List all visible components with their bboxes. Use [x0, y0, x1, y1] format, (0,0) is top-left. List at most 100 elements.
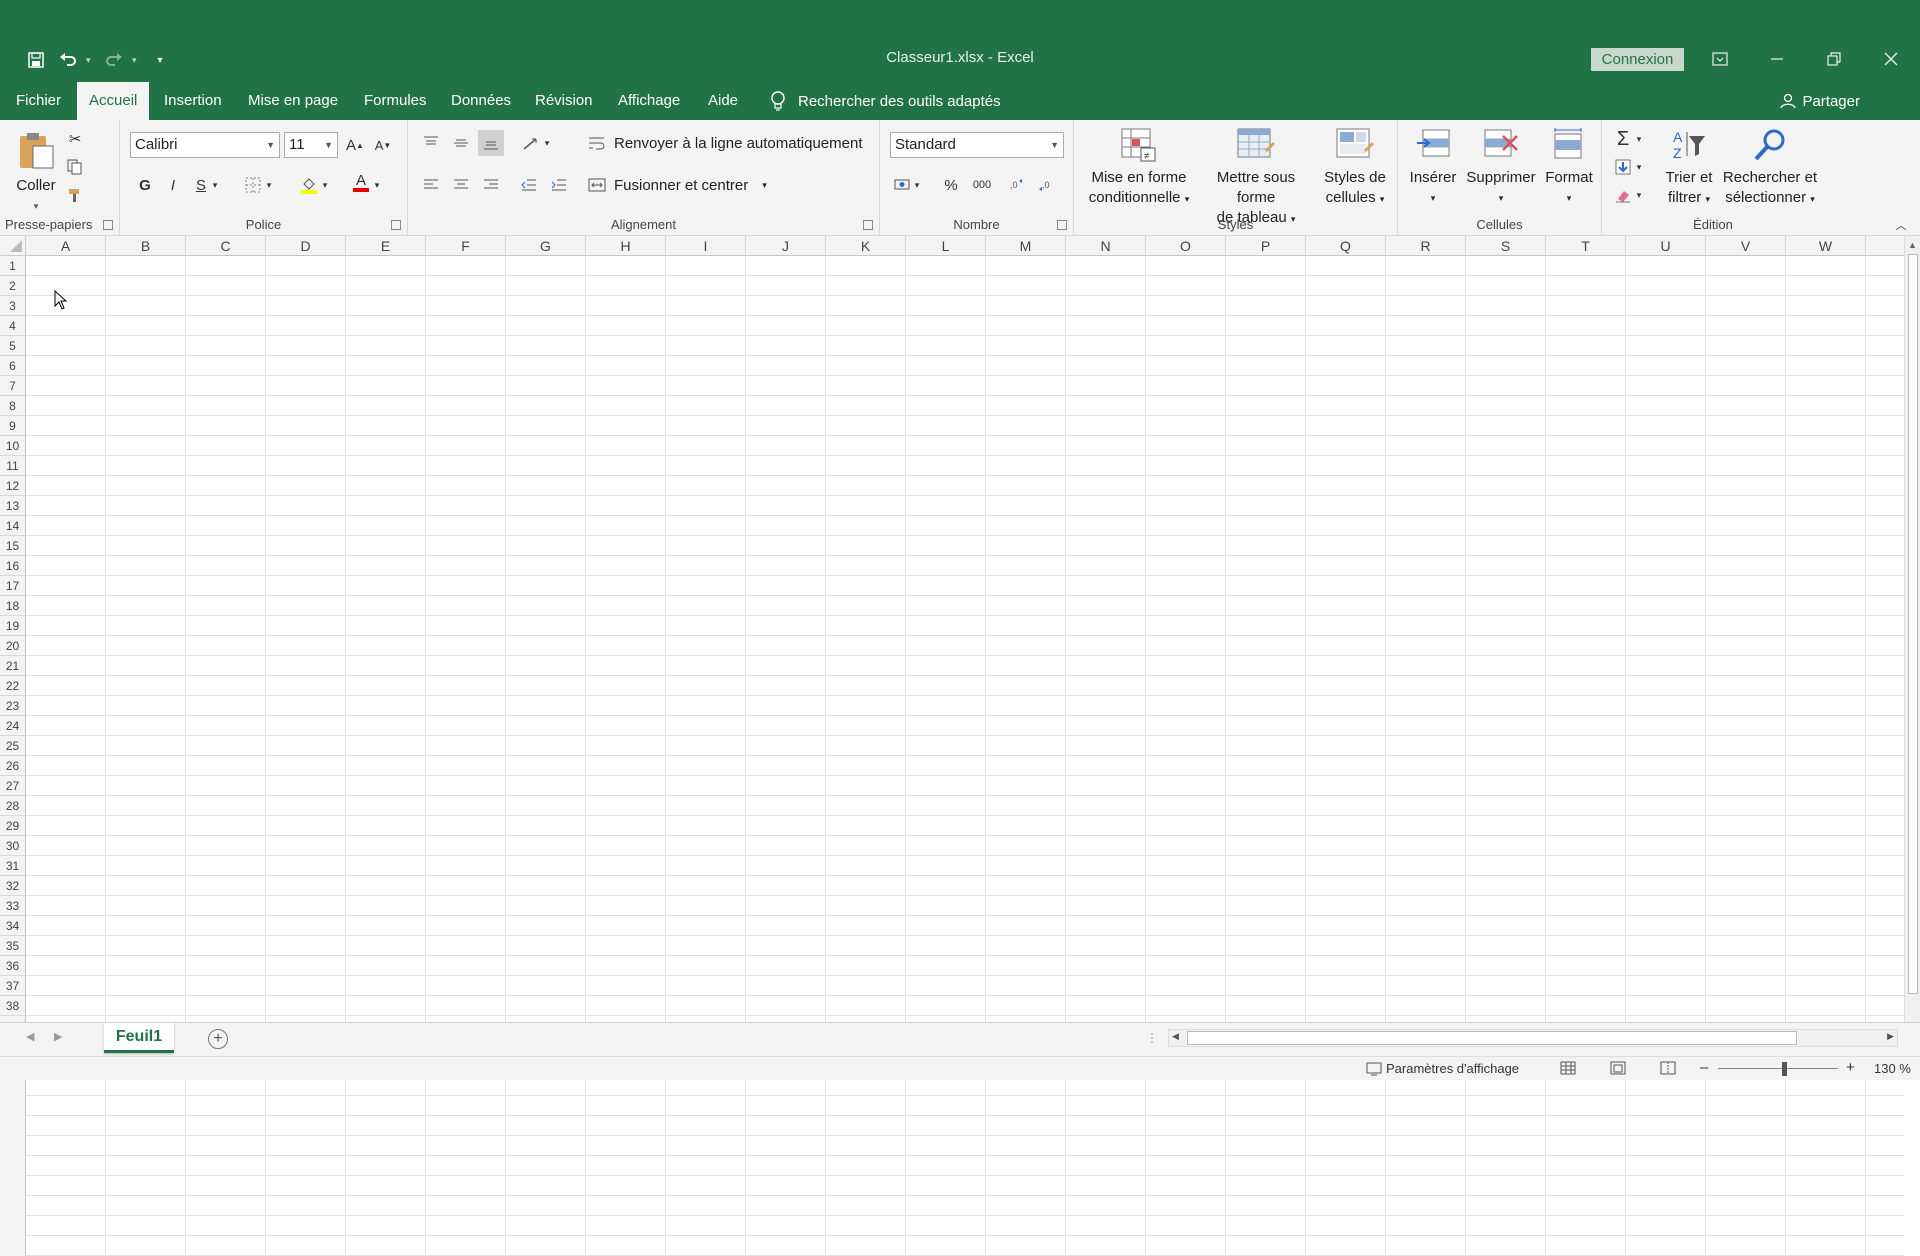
column-header[interactable]: Q: [1306, 236, 1386, 255]
merge-center-button[interactable]: Fusionner et centrer ▾: [588, 172, 767, 198]
row-header[interactable]: 18: [0, 596, 25, 616]
row-header[interactable]: 7: [0, 376, 25, 396]
font-size-combo[interactable]: 11 ▼: [284, 132, 338, 158]
copy-icon[interactable]: [62, 154, 88, 180]
normal-view-icon[interactable]: [1560, 1061, 1576, 1078]
scroll-right-icon[interactable]: ▶: [1887, 1031, 1894, 1042]
row-header[interactable]: 27: [0, 776, 25, 796]
shrink-font-button[interactable]: A ▼: [370, 132, 396, 158]
share-button[interactable]: Partager: [1780, 82, 1860, 120]
row-header[interactable]: 36: [0, 956, 25, 976]
tab-revision[interactable]: Révision: [523, 90, 605, 120]
row-header[interactable]: 4: [0, 316, 25, 336]
zoom-slider-thumb[interactable]: [1782, 1062, 1787, 1076]
row-header[interactable]: 5: [0, 336, 25, 356]
sign-in-button[interactable]: Connexion: [1591, 48, 1684, 71]
column-header[interactable]: D: [266, 236, 346, 255]
row-header[interactable]: 20: [0, 636, 25, 656]
column-header[interactable]: K: [826, 236, 906, 255]
row-header[interactable]: 12: [0, 476, 25, 496]
row-header[interactable]: 8: [0, 396, 25, 416]
row-header[interactable]: 34: [0, 916, 25, 936]
column-header[interactable]: U: [1626, 236, 1706, 255]
minimize-icon[interactable]: [1762, 46, 1792, 72]
italic-button[interactable]: I: [160, 172, 186, 198]
decrease-indent-icon[interactable]: [516, 172, 542, 198]
alignment-launcher-icon[interactable]: [863, 220, 873, 230]
format-cells-button[interactable]: Format ▾: [1540, 128, 1598, 208]
tab-mise-en-page[interactable]: Mise en page: [236, 90, 350, 120]
tell-me-search[interactable]: Rechercher des outils adaptés: [770, 82, 1001, 120]
row-header[interactable]: 33: [0, 896, 25, 916]
row-header[interactable]: 19: [0, 616, 25, 636]
column-header[interactable]: V: [1706, 236, 1786, 255]
display-settings-button[interactable]: Paramètres d'affichage: [1366, 1061, 1519, 1076]
font-name-combo[interactable]: Calibri ▼: [130, 132, 280, 158]
paste-button[interactable]: Coller ▾: [8, 130, 64, 216]
vertical-scrollbar[interactable]: ▲: [1904, 236, 1920, 1022]
orientation-dropdown-icon[interactable]: ▾: [540, 130, 554, 156]
conditional-formatting-button[interactable]: ≠ Mise en forme conditionnelle ▾: [1084, 128, 1194, 209]
decrease-decimal-icon[interactable]: ,0: [1034, 172, 1060, 198]
increase-decimal-icon[interactable]: ,0: [1004, 172, 1030, 198]
borders-dropdown-icon[interactable]: ▾: [262, 172, 276, 198]
close-icon[interactable]: [1876, 46, 1906, 72]
tab-insertion[interactable]: Insertion: [152, 90, 234, 120]
scroll-up-icon[interactable]: ▲: [1908, 240, 1917, 250]
fill-dropdown-icon[interactable]: ▾: [1632, 154, 1646, 180]
zoom-out-button[interactable]: –: [1700, 1059, 1708, 1076]
restore-icon[interactable]: [1819, 46, 1849, 72]
cell-grid[interactable]: [26, 256, 1904, 1256]
wrap-text-button[interactable]: Renvoyer à la ligne automatiquement: [588, 130, 862, 156]
collapse-ribbon-icon[interactable]: ︿: [1888, 212, 1914, 238]
row-header[interactable]: 16: [0, 556, 25, 576]
tab-affichage[interactable]: Affichage: [606, 90, 692, 120]
row-header[interactable]: 1: [0, 256, 25, 276]
add-sheet-icon[interactable]: +: [208, 1029, 228, 1049]
number-launcher-icon[interactable]: [1057, 220, 1067, 230]
tab-aide[interactable]: Aide: [696, 90, 750, 120]
horizontal-scrollbar[interactable]: ◀ ▶: [1168, 1029, 1898, 1047]
sheet-tab-feuil1[interactable]: Feuil1: [104, 1023, 174, 1053]
row-header[interactable]: 15: [0, 536, 25, 556]
percent-style-button[interactable]: %: [938, 172, 964, 198]
row-header[interactable]: 3: [0, 296, 25, 316]
column-header[interactable]: G: [506, 236, 586, 255]
row-header[interactable]: 13: [0, 496, 25, 516]
insert-cells-button[interactable]: Insérer ▾: [1404, 128, 1462, 208]
row-header[interactable]: 30: [0, 836, 25, 856]
row-header[interactable]: 37: [0, 976, 25, 996]
prev-sheet-icon[interactable]: ◀: [26, 1030, 34, 1043]
align-right-icon[interactable]: [478, 172, 504, 198]
row-header[interactable]: 10: [0, 436, 25, 456]
row-header[interactable]: 29: [0, 816, 25, 836]
tab-formules[interactable]: Formules: [352, 90, 439, 120]
font-color-dropdown-icon[interactable]: ▾: [370, 172, 384, 198]
row-header[interactable]: 28: [0, 796, 25, 816]
row-header[interactable]: 11: [0, 456, 25, 476]
tab-accueil[interactable]: Accueil: [77, 82, 150, 120]
zoom-slider-track[interactable]: [1718, 1068, 1838, 1069]
column-header[interactable]: A: [26, 236, 106, 255]
delete-cells-button[interactable]: Supprimer ▾: [1464, 128, 1538, 208]
column-header[interactable]: L: [906, 236, 986, 255]
column-header[interactable]: F: [426, 236, 506, 255]
column-header[interactable]: H: [586, 236, 666, 255]
column-header[interactable]: R: [1386, 236, 1466, 255]
zoom-in-button[interactable]: +: [1846, 1059, 1855, 1076]
bold-button[interactable]: G: [132, 172, 158, 198]
column-header[interactable]: O: [1146, 236, 1226, 255]
row-header[interactable]: 31: [0, 856, 25, 876]
row-header[interactable]: 32: [0, 876, 25, 896]
cell-styles-button[interactable]: Styles de cellules ▾: [1318, 128, 1392, 209]
row-header[interactable]: 26: [0, 756, 25, 776]
row-header[interactable]: 25: [0, 736, 25, 756]
zoom-level[interactable]: 130 %: [1874, 1061, 1911, 1076]
row-header[interactable]: 17: [0, 576, 25, 596]
increase-indent-icon[interactable]: [546, 172, 572, 198]
row-header[interactable]: 23: [0, 696, 25, 716]
row-header[interactable]: 35: [0, 936, 25, 956]
column-header[interactable]: E: [346, 236, 426, 255]
tab-donnees[interactable]: Données: [439, 90, 523, 120]
column-header[interactable]: S: [1466, 236, 1546, 255]
